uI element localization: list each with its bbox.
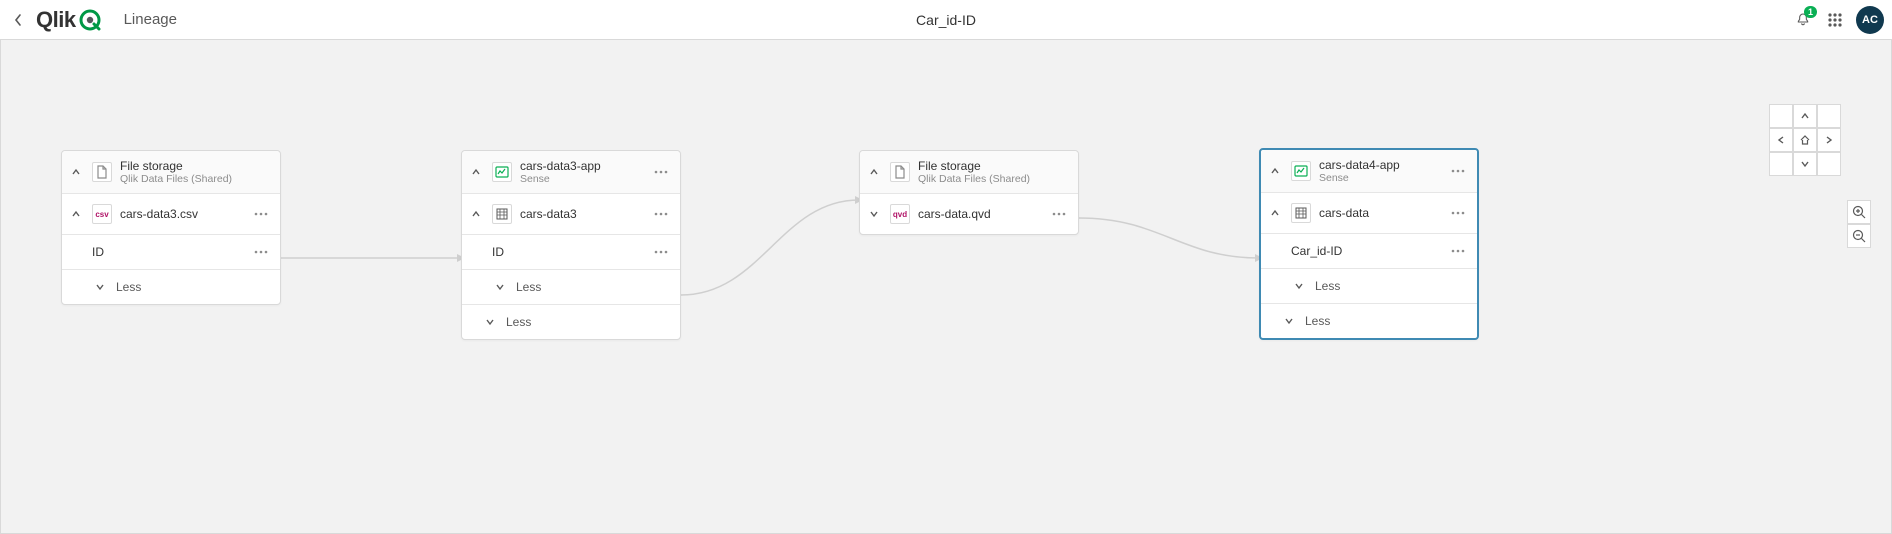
node-subtitle: Qlik Data Files (Shared) bbox=[918, 173, 1068, 185]
lineage-node-app-2[interactable]: cars-data4-app Sense cars-data Car_id-ID… bbox=[1259, 148, 1479, 340]
pan-up-button[interactable] bbox=[1793, 104, 1817, 128]
more-icon[interactable] bbox=[652, 250, 670, 254]
node-titles: File storage Qlik Data Files (Shared) bbox=[918, 159, 1068, 185]
app-header: Qlik Lineage Car_id-ID 1 AC bbox=[0, 0, 1892, 40]
node-field-row[interactable]: ID bbox=[462, 235, 680, 270]
node-less-row[interactable]: Less bbox=[462, 270, 680, 305]
pan-controls bbox=[1769, 104, 1841, 176]
pan-home-button[interactable] bbox=[1793, 128, 1817, 152]
more-icon[interactable] bbox=[252, 212, 270, 216]
node-child-row[interactable]: cars-data3 bbox=[462, 194, 680, 235]
app-launcher-button[interactable] bbox=[1824, 9, 1846, 31]
table-icon bbox=[1291, 203, 1311, 223]
zoom-in-button[interactable] bbox=[1847, 200, 1871, 224]
chevron-down-icon bbox=[1281, 316, 1297, 326]
collapse-icon[interactable] bbox=[468, 167, 484, 177]
node-header[interactable]: cars-data4-app Sense bbox=[1261, 150, 1477, 193]
more-icon[interactable] bbox=[1449, 249, 1467, 253]
collapse-icon[interactable] bbox=[68, 167, 84, 177]
pan-left-button[interactable] bbox=[1769, 128, 1793, 152]
less-label: Less bbox=[116, 280, 141, 294]
logo-text: Qlik bbox=[36, 7, 76, 33]
node-subtitle: Sense bbox=[1319, 172, 1441, 184]
more-icon[interactable] bbox=[652, 170, 670, 174]
header-center-title: Car_id-ID bbox=[916, 12, 976, 28]
table-icon bbox=[492, 204, 512, 224]
node-field-row[interactable]: Car_id-ID bbox=[1261, 234, 1477, 269]
qvd-icon: qvd bbox=[890, 204, 910, 224]
child-label: cars-data3.csv bbox=[120, 207, 244, 221]
more-icon[interactable] bbox=[1449, 211, 1467, 215]
collapse-icon[interactable] bbox=[866, 167, 882, 177]
page-title: Lineage bbox=[124, 11, 177, 28]
user-avatar[interactable]: AC bbox=[1856, 6, 1884, 34]
expand-icon[interactable] bbox=[866, 209, 882, 219]
node-titles: cars-data3-app Sense bbox=[520, 159, 644, 185]
field-label: ID bbox=[92, 245, 244, 259]
node-child-row[interactable]: cars-data bbox=[1261, 193, 1477, 234]
less-label: Less bbox=[1315, 279, 1340, 293]
node-title: cars-data4-app bbox=[1319, 158, 1441, 172]
header-right: 1 AC bbox=[1792, 6, 1884, 34]
zoom-out-button[interactable] bbox=[1847, 224, 1871, 248]
node-header[interactable]: File storage Qlik Data Files (Shared) bbox=[62, 151, 280, 194]
less-label: Less bbox=[1305, 314, 1330, 328]
node-less-row[interactable]: Less bbox=[1261, 269, 1477, 304]
node-less-row[interactable]: Less bbox=[62, 270, 280, 304]
child-label: cars-data bbox=[1319, 206, 1441, 220]
more-icon[interactable] bbox=[1050, 212, 1068, 216]
pan-down-button[interactable] bbox=[1793, 152, 1817, 176]
less-label: Less bbox=[506, 315, 531, 329]
node-subtitle: Sense bbox=[520, 173, 644, 185]
csv-icon: csv bbox=[92, 204, 112, 224]
logo-q-icon bbox=[78, 8, 102, 32]
more-icon[interactable] bbox=[252, 250, 270, 254]
child-label: cars-data3 bbox=[520, 207, 644, 221]
field-label: ID bbox=[492, 245, 644, 259]
back-button[interactable] bbox=[8, 10, 28, 30]
node-title: File storage bbox=[918, 159, 1068, 173]
node-titles: cars-data4-app Sense bbox=[1319, 158, 1441, 184]
collapse-icon[interactable] bbox=[68, 209, 84, 219]
lineage-node-file-storage-1[interactable]: File storage Qlik Data Files (Shared) cs… bbox=[61, 150, 281, 305]
node-titles: File storage Qlik Data Files (Shared) bbox=[120, 159, 270, 185]
node-header[interactable]: File storage Qlik Data Files (Shared) bbox=[860, 151, 1078, 194]
more-icon[interactable] bbox=[652, 212, 670, 216]
node-subtitle: Qlik Data Files (Shared) bbox=[120, 173, 270, 185]
chevron-down-icon bbox=[482, 317, 498, 327]
collapse-icon[interactable] bbox=[468, 209, 484, 219]
file-icon bbox=[890, 162, 910, 182]
node-field-row[interactable]: ID bbox=[62, 235, 280, 270]
collapse-icon[interactable] bbox=[1267, 166, 1283, 176]
node-child-row[interactable]: csv cars-data3.csv bbox=[62, 194, 280, 235]
node-less-row-outer[interactable]: Less bbox=[1261, 304, 1477, 338]
node-header[interactable]: cars-data3-app Sense bbox=[462, 151, 680, 194]
file-icon bbox=[92, 162, 112, 182]
more-icon[interactable] bbox=[1449, 169, 1467, 173]
qlik-logo: Qlik bbox=[36, 7, 102, 33]
node-child-row[interactable]: qvd cars-data.qvd bbox=[860, 194, 1078, 234]
lineage-edges bbox=[1, 40, 1891, 533]
app-icon bbox=[1291, 161, 1311, 181]
app-icon bbox=[492, 162, 512, 182]
child-label: cars-data.qvd bbox=[918, 207, 1042, 221]
lineage-canvas[interactable]: File storage Qlik Data Files (Shared) cs… bbox=[0, 40, 1892, 534]
pan-right-button[interactable] bbox=[1817, 128, 1841, 152]
lineage-node-app-1[interactable]: cars-data3-app Sense cars-data3 ID Less … bbox=[461, 150, 681, 340]
node-title: File storage bbox=[120, 159, 270, 173]
node-title: cars-data3-app bbox=[520, 159, 644, 173]
chevron-down-icon bbox=[492, 282, 508, 292]
chevron-down-icon bbox=[92, 282, 108, 292]
less-label: Less bbox=[516, 280, 541, 294]
zoom-controls bbox=[1847, 200, 1871, 248]
lineage-node-file-storage-2[interactable]: File storage Qlik Data Files (Shared) qv… bbox=[859, 150, 1079, 235]
chevron-down-icon bbox=[1291, 281, 1307, 291]
notification-badge: 1 bbox=[1804, 6, 1817, 18]
field-label: Car_id-ID bbox=[1291, 244, 1441, 258]
notifications-button[interactable]: 1 bbox=[1792, 9, 1814, 31]
header-left: Qlik Lineage bbox=[8, 7, 177, 33]
node-less-row-outer[interactable]: Less bbox=[462, 305, 680, 339]
collapse-icon[interactable] bbox=[1267, 208, 1283, 218]
